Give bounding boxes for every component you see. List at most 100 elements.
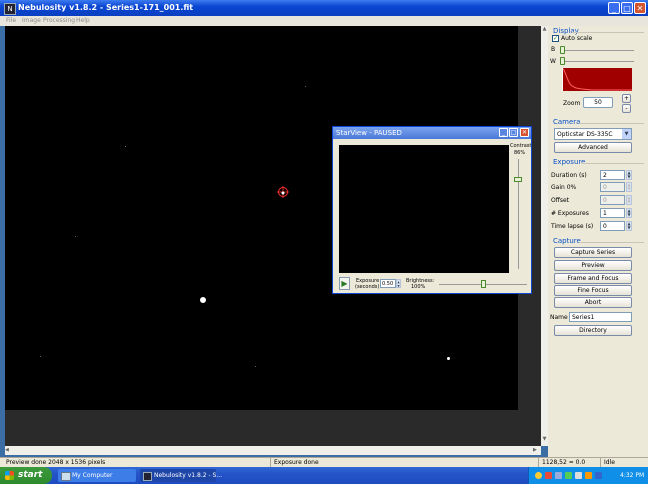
white-level-track [560, 61, 634, 62]
menu-image[interactable]: Image [22, 16, 41, 26]
time-lapse-field[interactable]: 0 [600, 221, 625, 231]
contrast-value: 86% [514, 150, 526, 156]
camera-title: Camera [553, 118, 581, 126]
scroll-up-icon[interactable]: ▲ [541, 26, 548, 33]
play-button[interactable]: ▶ [339, 277, 350, 290]
abort-button[interactable]: Abort [554, 297, 632, 308]
scroll-right-icon[interactable]: ▶ [533, 446, 540, 455]
sv-exposure-field[interactable]: 0.50 [380, 279, 396, 288]
app-icon [143, 472, 152, 481]
star [200, 297, 206, 303]
contrast-track [518, 159, 519, 269]
advanced-button[interactable]: Advanced [554, 142, 632, 153]
vertical-scrollbar[interactable]: ▲ ▼ [541, 26, 548, 446]
tray-icon[interactable] [555, 472, 562, 479]
black-level-slider[interactable] [560, 46, 565, 54]
offset-label: Offset [551, 197, 570, 204]
divider [582, 163, 644, 164]
scroll-left-icon[interactable]: ◀ [5, 446, 12, 455]
windows-logo-icon [5, 471, 14, 480]
task-label: Nebulosity v1.8.2 - S... [154, 472, 223, 479]
brightness-value: 100% [411, 284, 426, 290]
star [305, 86, 306, 87]
exposure-title: Exposure [553, 158, 586, 166]
maximize-button[interactable]: □ [621, 2, 633, 14]
zoom-out-button[interactable]: - [622, 104, 631, 113]
num-exposures-label: # Exposures [551, 210, 589, 217]
contrast-slider[interactable] [514, 177, 522, 183]
black-level-track [560, 50, 634, 51]
duration-label: Duration (s) [551, 172, 587, 179]
gain-field: 0 [600, 182, 625, 192]
divider [572, 32, 644, 33]
series-name-field[interactable]: Series1 [569, 312, 632, 322]
camera-select[interactable]: Opticstar DS-335C ▼ [554, 128, 632, 140]
sv-exposure-sub: (seconds) [355, 284, 380, 290]
status-divider [270, 458, 271, 467]
time-lapse-label: Time lapse (s) [551, 223, 594, 230]
display-title: Display [553, 27, 579, 35]
menu-help[interactable]: Help [76, 16, 90, 26]
frame-and-focus-button[interactable]: Frame and Focus [554, 273, 632, 284]
task-nebulosity[interactable]: Nebulosity v1.8.2 - S... [140, 469, 222, 482]
minimize-button[interactable]: _ [608, 2, 620, 14]
sv-exposure-spinner[interactable]: ▲ ▼ [396, 279, 401, 288]
divider [579, 242, 644, 243]
directory-button[interactable]: Directory [554, 325, 632, 336]
task-my-computer[interactable]: My Computer [58, 469, 136, 482]
tray-icon[interactable] [545, 472, 552, 479]
starview-maximize-button[interactable]: □ [509, 128, 518, 137]
tray-icon[interactable] [575, 472, 582, 479]
brightness-slider[interactable] [480, 280, 486, 288]
gain-spinner: ▲ ▼ [626, 182, 632, 192]
computer-icon [61, 472, 71, 481]
starview-minimize-button[interactable]: _ [499, 128, 508, 137]
starview-title-bar[interactable]: StarView - PAUSED _ □ ✕ [333, 127, 531, 139]
horizontal-scrollbar[interactable]: ◀ ▶ [5, 446, 541, 455]
preview-button[interactable]: Preview [554, 260, 632, 271]
autoscale-label: Auto scale [561, 35, 593, 42]
divider [579, 123, 644, 124]
zoom-in-button[interactable]: + [622, 94, 631, 103]
menu-processing[interactable]: Processing [43, 16, 75, 26]
status-divider [538, 458, 539, 467]
title-bar[interactable]: N Nebulosity v1.8.2 - Series1-171_001.fi… [0, 0, 648, 16]
star [40, 356, 41, 357]
duration-spinner[interactable]: ▲ ▼ [626, 170, 632, 180]
star [75, 236, 76, 237]
name-label: Name [550, 314, 568, 321]
scroll-down-icon[interactable]: ▼ [541, 436, 548, 443]
white-level-slider[interactable] [560, 57, 565, 65]
tray-icon[interactable] [585, 472, 592, 479]
num-exposures-spinner[interactable]: ▲ ▼ [626, 208, 632, 218]
gain-label: Gain 0% [551, 184, 577, 191]
time-lapse-spinner[interactable]: ▲ ▼ [626, 221, 632, 231]
zoom-value[interactable]: 50 [583, 97, 613, 108]
menu-bar: File Image Processing Help [0, 16, 648, 26]
status-divider [600, 458, 601, 467]
starview-window: StarView - PAUSED _ □ ✕ Contrast 86% ▶ E… [332, 126, 532, 294]
menu-file[interactable]: File [6, 16, 16, 26]
close-button[interactable]: ✕ [634, 2, 646, 14]
tray-icon[interactable] [565, 472, 572, 479]
window-title: Nebulosity v1.8.2 - Series1-171_001.fit [18, 3, 194, 12]
start-label: start [18, 470, 43, 480]
clock[interactable]: 4:32 PM [620, 467, 644, 484]
fine-focus-button[interactable]: Fine Focus [554, 285, 632, 296]
chevron-down-icon[interactable]: ▼ [622, 129, 631, 139]
autoscale-checkbox[interactable]: ✓ [552, 35, 559, 42]
capture-series-button[interactable]: Capture Series [554, 247, 632, 258]
num-exposures-field[interactable]: 1 [600, 208, 625, 218]
starview-title: StarView - PAUSED [336, 129, 402, 137]
camera-select-value: Opticstar DS-335C [557, 131, 613, 138]
start-button[interactable]: start [0, 467, 52, 484]
offset-field: 0 [600, 195, 625, 205]
image-margin [5, 410, 541, 446]
tray-icon[interactable] [535, 472, 542, 479]
starview-close-button[interactable]: ✕ [520, 128, 529, 137]
control-panel: Display ✓ Auto scale B W Zoom 50 + - Cam… [548, 26, 648, 457]
starview-canvas[interactable] [339, 145, 509, 273]
duration-field[interactable]: 2 [600, 170, 625, 180]
tray-icon[interactable] [595, 472, 602, 479]
offset-spinner: ▲ ▼ [626, 195, 632, 205]
